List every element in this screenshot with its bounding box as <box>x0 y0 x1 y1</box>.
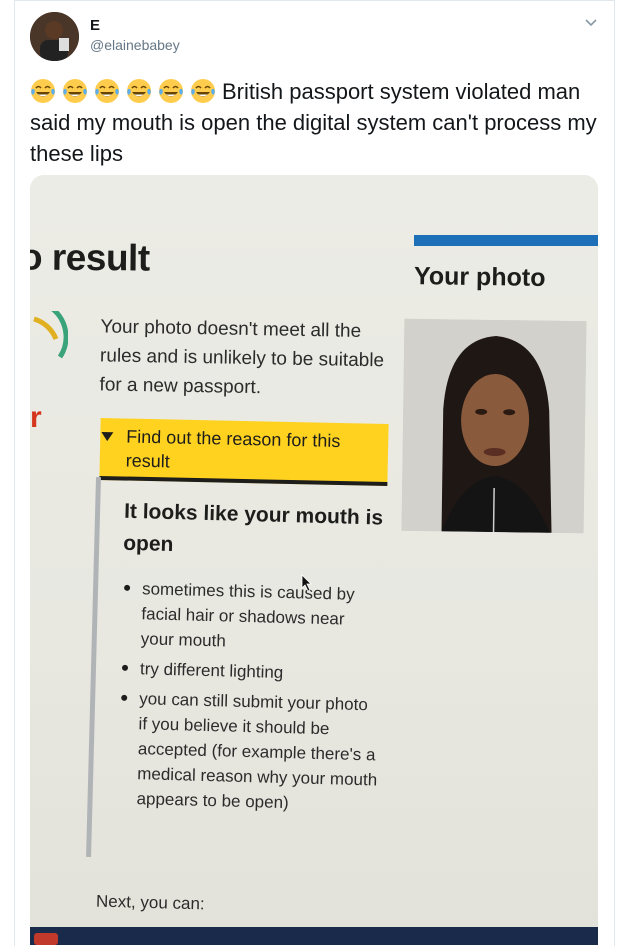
list-item: try different lighting <box>120 656 381 688</box>
author-name[interactable]: E <box>90 17 100 34</box>
reason-list: sometimes this is caused by facial hair … <box>116 576 382 823</box>
taskbar <box>30 927 598 945</box>
status-message: Your photo doesn't meet all the rules an… <box>99 316 385 399</box>
chevron-down-icon[interactable] <box>583 14 599 30</box>
author-handle[interactable]: @elainebabey <box>90 37 180 53</box>
triangle-down-icon <box>101 432 114 442</box>
tweet-photo[interactable]: r o result Your photo Your photo doesn't… <box>30 175 598 945</box>
face-with-tears-of-joy-icon <box>127 79 151 103</box>
details-panel: It looks like your mouth is open sometim… <box>86 477 431 866</box>
page-title: o result <box>30 236 150 279</box>
details-summary: Find out the reason for this result <box>99 417 389 487</box>
portrait-image <box>401 318 587 534</box>
face-with-tears-of-joy-icon <box>95 79 119 103</box>
accent-bar <box>414 235 598 246</box>
side-heading: Your photo <box>413 262 546 292</box>
list-item: sometimes this is caused by facial hair … <box>120 576 382 658</box>
emoji-row <box>30 79 222 104</box>
avatar-image <box>30 12 79 61</box>
mouse-pointer-icon <box>301 574 312 592</box>
next-label: Next, you can: <box>95 891 205 914</box>
face-with-tears-of-joy-icon <box>159 79 183 103</box>
face-with-tears-of-joy-icon <box>31 79 55 103</box>
face-with-tears-of-joy-icon <box>63 79 87 103</box>
score-gauge-icon <box>33 311 68 359</box>
passport-photo <box>401 318 587 534</box>
tweet-text: British passport system violated man sai… <box>30 76 600 169</box>
face-with-tears-of-joy-icon <box>191 79 215 103</box>
result-letter: r <box>30 401 42 434</box>
avatar[interactable] <box>30 12 79 61</box>
list-item: you can still submit your photo if you b… <box>116 686 379 818</box>
app-icon <box>34 933 58 945</box>
details-heading: It looks like your mouth is open <box>122 499 384 557</box>
details-summary-label: Find out the reason for this result <box>125 426 341 472</box>
